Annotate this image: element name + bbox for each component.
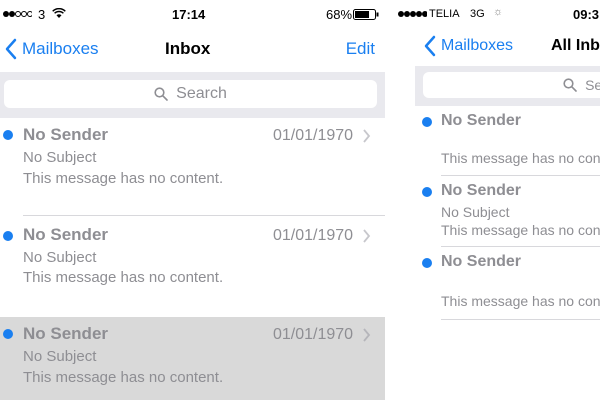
- message-row-selected[interactable]: No Sender 01/01/1970 No Subject This mes…: [0, 317, 385, 400]
- message-preview: This message has no cont: [441, 150, 600, 166]
- page-title: All Inbo: [551, 37, 600, 54]
- mailboxes-back-button[interactable]: Mailboxes: [4, 38, 99, 60]
- wifi-icon: [52, 8, 66, 18]
- message-preview: This message has no cont: [441, 293, 600, 309]
- chevron-left-icon: [424, 35, 436, 57]
- back-button-label: Mailboxes: [441, 37, 514, 54]
- message-preview: This message has no content.: [23, 369, 224, 386]
- message-row[interactable]: No Sender No Subject This message has no…: [395, 177, 600, 247]
- mailboxes-back-button[interactable]: Mailboxes: [423, 35, 513, 57]
- clock: 09:3: [573, 7, 600, 22]
- search-bar: Search: [0, 72, 385, 118]
- carrier-label: 3: [38, 7, 46, 22]
- message-sender: No Sender: [23, 125, 109, 144]
- activity-spinner-icon: ☼: [493, 6, 504, 18]
- message-subject: No Subject: [23, 249, 97, 266]
- back-button-label: Mailboxes: [22, 39, 99, 58]
- message-preview: This message has no content.: [23, 269, 224, 286]
- status-bar: TELIA 3G ☼ 09:3: [395, 0, 600, 30]
- unread-indicator: [3, 329, 13, 339]
- row-divider: [441, 246, 600, 247]
- message-date: 01/01/1970: [273, 326, 354, 343]
- row-divider: [441, 175, 600, 176]
- chevron-left-icon: [5, 38, 17, 60]
- message-sender: No Sender: [23, 324, 109, 343]
- message-preview: This message has no cont: [441, 222, 600, 238]
- message-sender: No Sender: [23, 225, 109, 244]
- status-bar: 3 17:14 68%: [0, 0, 385, 30]
- message-date: 01/01/1970: [273, 127, 354, 144]
- clock: 17:14: [172, 7, 206, 22]
- message-sender: No Sender: [441, 253, 522, 270]
- search-icon: [563, 78, 577, 92]
- all-inboxes-screen: TELIA 3G ☼ 09:3 Mailboxes All Inbo Sea N…: [395, 0, 600, 325]
- message-subject: No Subject: [23, 348, 97, 365]
- message-row[interactable]: No Sender 01/01/1970 No Subject This mes…: [0, 218, 385, 316]
- navigation-bar: Mailboxes All Inbo: [395, 30, 600, 66]
- search-placeholder: Sea: [585, 77, 600, 93]
- chevron-right-icon: [363, 229, 371, 243]
- message-date: 01/01/1970: [273, 227, 354, 244]
- message-subject: No Subject: [441, 204, 510, 220]
- chevron-right-icon: [363, 328, 371, 342]
- page-title: Inbox: [165, 39, 211, 58]
- row-divider: [441, 319, 600, 320]
- unread-indicator: [422, 258, 432, 268]
- navigation-bar: Mailboxes Inbox Edit: [0, 30, 385, 72]
- battery-percentage: 68%: [326, 7, 353, 22]
- unread-indicator: [422, 117, 432, 127]
- unread-indicator: [422, 187, 432, 197]
- search-placeholder: Search: [176, 85, 227, 102]
- message-subject: No Subject: [23, 149, 97, 166]
- search-icon: [154, 87, 168, 101]
- edit-button[interactable]: Edit: [346, 39, 375, 59]
- search-bar: Sea: [415, 66, 600, 106]
- row-divider: [23, 215, 385, 216]
- signal-strength-icon: [398, 11, 427, 17]
- network-type: 3G: [470, 8, 485, 20]
- message-row[interactable]: No Sender This message has no cont: [395, 106, 600, 176]
- search-input[interactable]: Search: [4, 80, 377, 108]
- message-row[interactable]: No Sender 01/01/1970 No Subject This mes…: [0, 118, 385, 216]
- carrier-label: TELIA: [429, 8, 460, 20]
- message-preview: This message has no content.: [23, 170, 224, 187]
- unread-indicator: [3, 231, 13, 241]
- message-row[interactable]: No Sender This message has no cont: [395, 248, 600, 320]
- battery-icon: [353, 9, 379, 20]
- unread-indicator: [3, 130, 13, 140]
- message-sender: No Sender: [441, 112, 522, 129]
- signal-strength-icon: [3, 11, 32, 17]
- chevron-right-icon: [363, 129, 371, 143]
- inbox-screen: 3 17:14 68% Mailboxes Inbox Edit Search …: [0, 0, 385, 400]
- message-sender: No Sender: [441, 182, 522, 199]
- search-input[interactable]: Sea: [423, 72, 600, 98]
